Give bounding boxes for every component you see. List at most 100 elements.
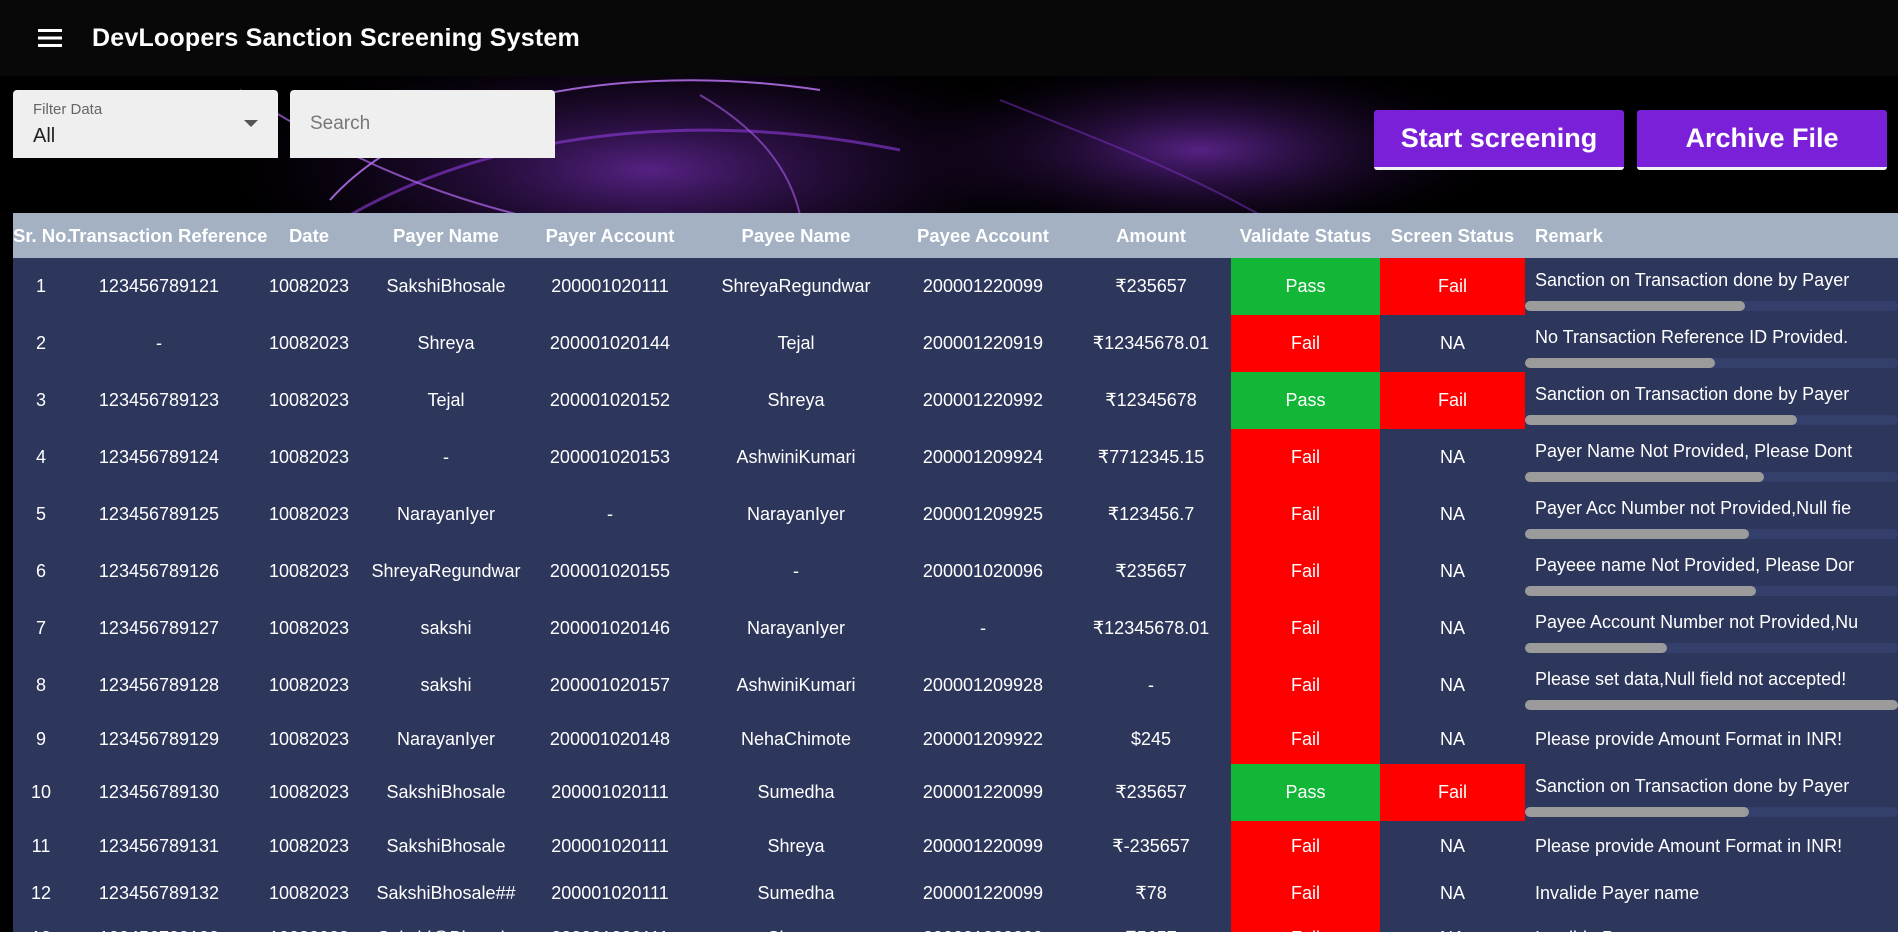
table-row[interactable]: 11 123456789131 10082023 SakshiBhosale 20000…	[13, 821, 1898, 871]
cell-sr-no: 1	[35, 276, 46, 296]
remark-text: Payer Name Not Provided, Please Dont	[1535, 441, 1853, 461]
cell-date: 10082023	[268, 728, 350, 749]
cell-payer-account: 200001020153	[549, 447, 671, 467]
cell-amount: ₹-235657	[1112, 835, 1190, 856]
filter-value: All	[33, 125, 56, 147]
cell-payer-account: 200001020146	[549, 618, 671, 638]
cell-sr-no: 9	[35, 728, 46, 749]
transactions-table-container[interactable]: Sr. No. Transaction Reference Date Payer…	[13, 213, 1898, 932]
cell-transaction-reference: 123456789121	[98, 276, 220, 296]
cell-date: 10082023	[249, 916, 369, 932]
cell-transaction-reference: 123456789123	[98, 390, 220, 410]
start-screening-button[interactable]: Start screening	[1374, 110, 1624, 170]
cell-payee-account: 200001220099	[922, 782, 1044, 802]
cell-sr-no: 4	[35, 447, 46, 467]
cell-payee-account: 200001220992	[922, 390, 1044, 410]
cell-payer-name: NarayanIyer	[396, 728, 496, 749]
table-row[interactable]: 5 123456789125 10082023 NarayanIyer - Narayan…	[13, 486, 1898, 543]
header-payee-name[interactable]: Payee Name	[697, 213, 895, 258]
remark-text: Sanction on Transaction done by Payer	[1535, 384, 1850, 404]
cell-screen-status: Fail	[1380, 372, 1525, 429]
cell-payee-name: NehaChimote	[740, 728, 852, 749]
cell-payer-account: 200001020155	[549, 561, 671, 581]
menu-button[interactable]	[26, 14, 74, 62]
cell-transaction-reference: 123456789127	[98, 618, 220, 638]
table-row[interactable]: 2 - 10082023 Shreya 200001020144 Tejal 2000012…	[13, 315, 1898, 372]
header-transaction-reference[interactable]: Transaction Reference	[69, 213, 267, 258]
cell-validate-status: Pass	[1231, 258, 1380, 315]
header-payer-name[interactable]: Payer Name	[369, 213, 523, 258]
cell-payee-name: AshwiniKumari	[736, 675, 856, 695]
table-row[interactable]: 12 123456789132 10082023 SakshiBhosale## 200…	[13, 871, 1898, 916]
cell-transaction-reference: 123456789131	[98, 835, 220, 856]
cell-amount: ₹235657	[1115, 782, 1187, 802]
cell-transaction-reference: -	[156, 333, 162, 353]
cell-remark: Payer Name Not Provided, Please Dont	[1525, 429, 1898, 486]
table-row[interactable]: 1312345678913310082023Sakshi@Bhosale2000…	[13, 916, 1898, 932]
cell-date: 10082023	[268, 390, 350, 410]
cell-sr-no: 8	[35, 675, 46, 695]
cell-remark: Payer Acc Number not Provided,Null fie	[1525, 486, 1898, 543]
search-input[interactable]	[290, 90, 555, 158]
cell-validate-status: Pass	[1231, 764, 1380, 821]
remark-progress-fill	[1525, 643, 1667, 653]
cell-sr-no: 2	[35, 333, 46, 353]
cell-remark: Sanction on Transaction done by Payer	[1525, 372, 1898, 429]
cell-screen-status: NA	[1439, 618, 1465, 638]
cell-payer-account: 200001020111	[551, 782, 669, 802]
table-row[interactable]: 10 123456789130 10082023 SakshiBhosale 20000…	[13, 764, 1898, 821]
cell-remark: Invalide Payer name	[1525, 916, 1898, 932]
table-row[interactable]: 3 123456789123 10082023 Tejal 200001020152 Sh…	[13, 372, 1898, 429]
header-payee-account[interactable]: Payee Account	[895, 213, 1071, 258]
cell-payer-name: NarayanIyer	[396, 504, 496, 524]
cell-amount: ₹78	[1135, 883, 1167, 903]
remark-text: Please provide Amount Format in INR!	[1535, 728, 1843, 749]
header-remark[interactable]: Remark	[1525, 213, 1898, 258]
cell-payee-account: 200001020096	[922, 561, 1044, 581]
archive-file-button[interactable]: Archive File	[1637, 110, 1887, 170]
cell-remark: No Transaction Reference ID Provided.	[1525, 315, 1898, 372]
cell-date: 10082023	[268, 561, 350, 581]
cell-screen-status: Fail	[1380, 258, 1525, 315]
header-amount[interactable]: Amount	[1071, 213, 1231, 258]
table-row[interactable]: 4 123456789124 10082023 - 200001020153 Ashwin…	[13, 429, 1898, 486]
cell-amount: ₹7712345.15	[1097, 447, 1205, 467]
cell-amount: ₹123456.7	[1107, 504, 1195, 524]
cell-payee-name: -	[793, 561, 799, 581]
table-row[interactable]: 9 123456789129 10082023 NarayanIyer 20000102…	[13, 714, 1898, 764]
cell-amount: $245	[1130, 728, 1172, 749]
cell-remark: Please set data,Null field not accepted!	[1525, 657, 1898, 714]
cell-amount: ₹235657	[1115, 561, 1187, 581]
cell-validate-status: Fail	[1231, 486, 1380, 543]
cell-payee-account: 200001220099	[922, 835, 1044, 856]
cell-screen-status: NA	[1439, 883, 1465, 903]
cell-payer-name: Sakshi@Bhosale	[369, 916, 523, 932]
header-screen-status[interactable]: Screen Status	[1380, 213, 1525, 258]
remark-progress-bar	[1525, 807, 1898, 817]
header-payer-account[interactable]: Payer Account	[523, 213, 697, 258]
table-row[interactable]: 6 123456789126 10082023 ShreyaRegundwar 2000…	[13, 543, 1898, 600]
cell-transaction-reference: 123456789132	[98, 883, 220, 903]
table-row[interactable]: 8 123456789128 10082023 sakshi 200001020157 A…	[13, 657, 1898, 714]
remark-progress-bar	[1525, 643, 1898, 653]
header-date[interactable]: Date	[249, 213, 369, 258]
table-row[interactable]: 7 123456789127 10082023 sakshi 200001020146 N…	[13, 600, 1898, 657]
header-sr-no[interactable]: Sr. No.	[13, 213, 72, 258]
remark-progress-fill	[1525, 415, 1798, 425]
cell-payee-account: 200001209928	[922, 675, 1044, 695]
cell-transaction-reference: 123456789133	[69, 916, 249, 932]
dropdown-arrow-icon	[244, 120, 258, 127]
cell-payee-account: -	[980, 618, 986, 638]
table-row[interactable]: 1 123456789121 10082023 SakshiBhosale 200001…	[13, 258, 1898, 315]
cell-date: 10082023	[268, 333, 350, 353]
cell-date: 10082023	[268, 618, 350, 638]
cell-validate-status: Fail	[1231, 871, 1380, 916]
filter-select[interactable]: Filter Data All	[13, 90, 278, 158]
cell-payer-account: 200001020111	[551, 835, 669, 856]
remark-progress-bar	[1525, 586, 1898, 596]
search-field[interactable]	[290, 90, 555, 158]
cell-validate-status: Fail	[1231, 821, 1380, 871]
header-validate-status[interactable]: Validate Status	[1231, 213, 1380, 258]
cell-remark: Invalide Payer name	[1525, 871, 1898, 916]
cell-payee-name: ShreyaRegundwar	[721, 276, 871, 296]
